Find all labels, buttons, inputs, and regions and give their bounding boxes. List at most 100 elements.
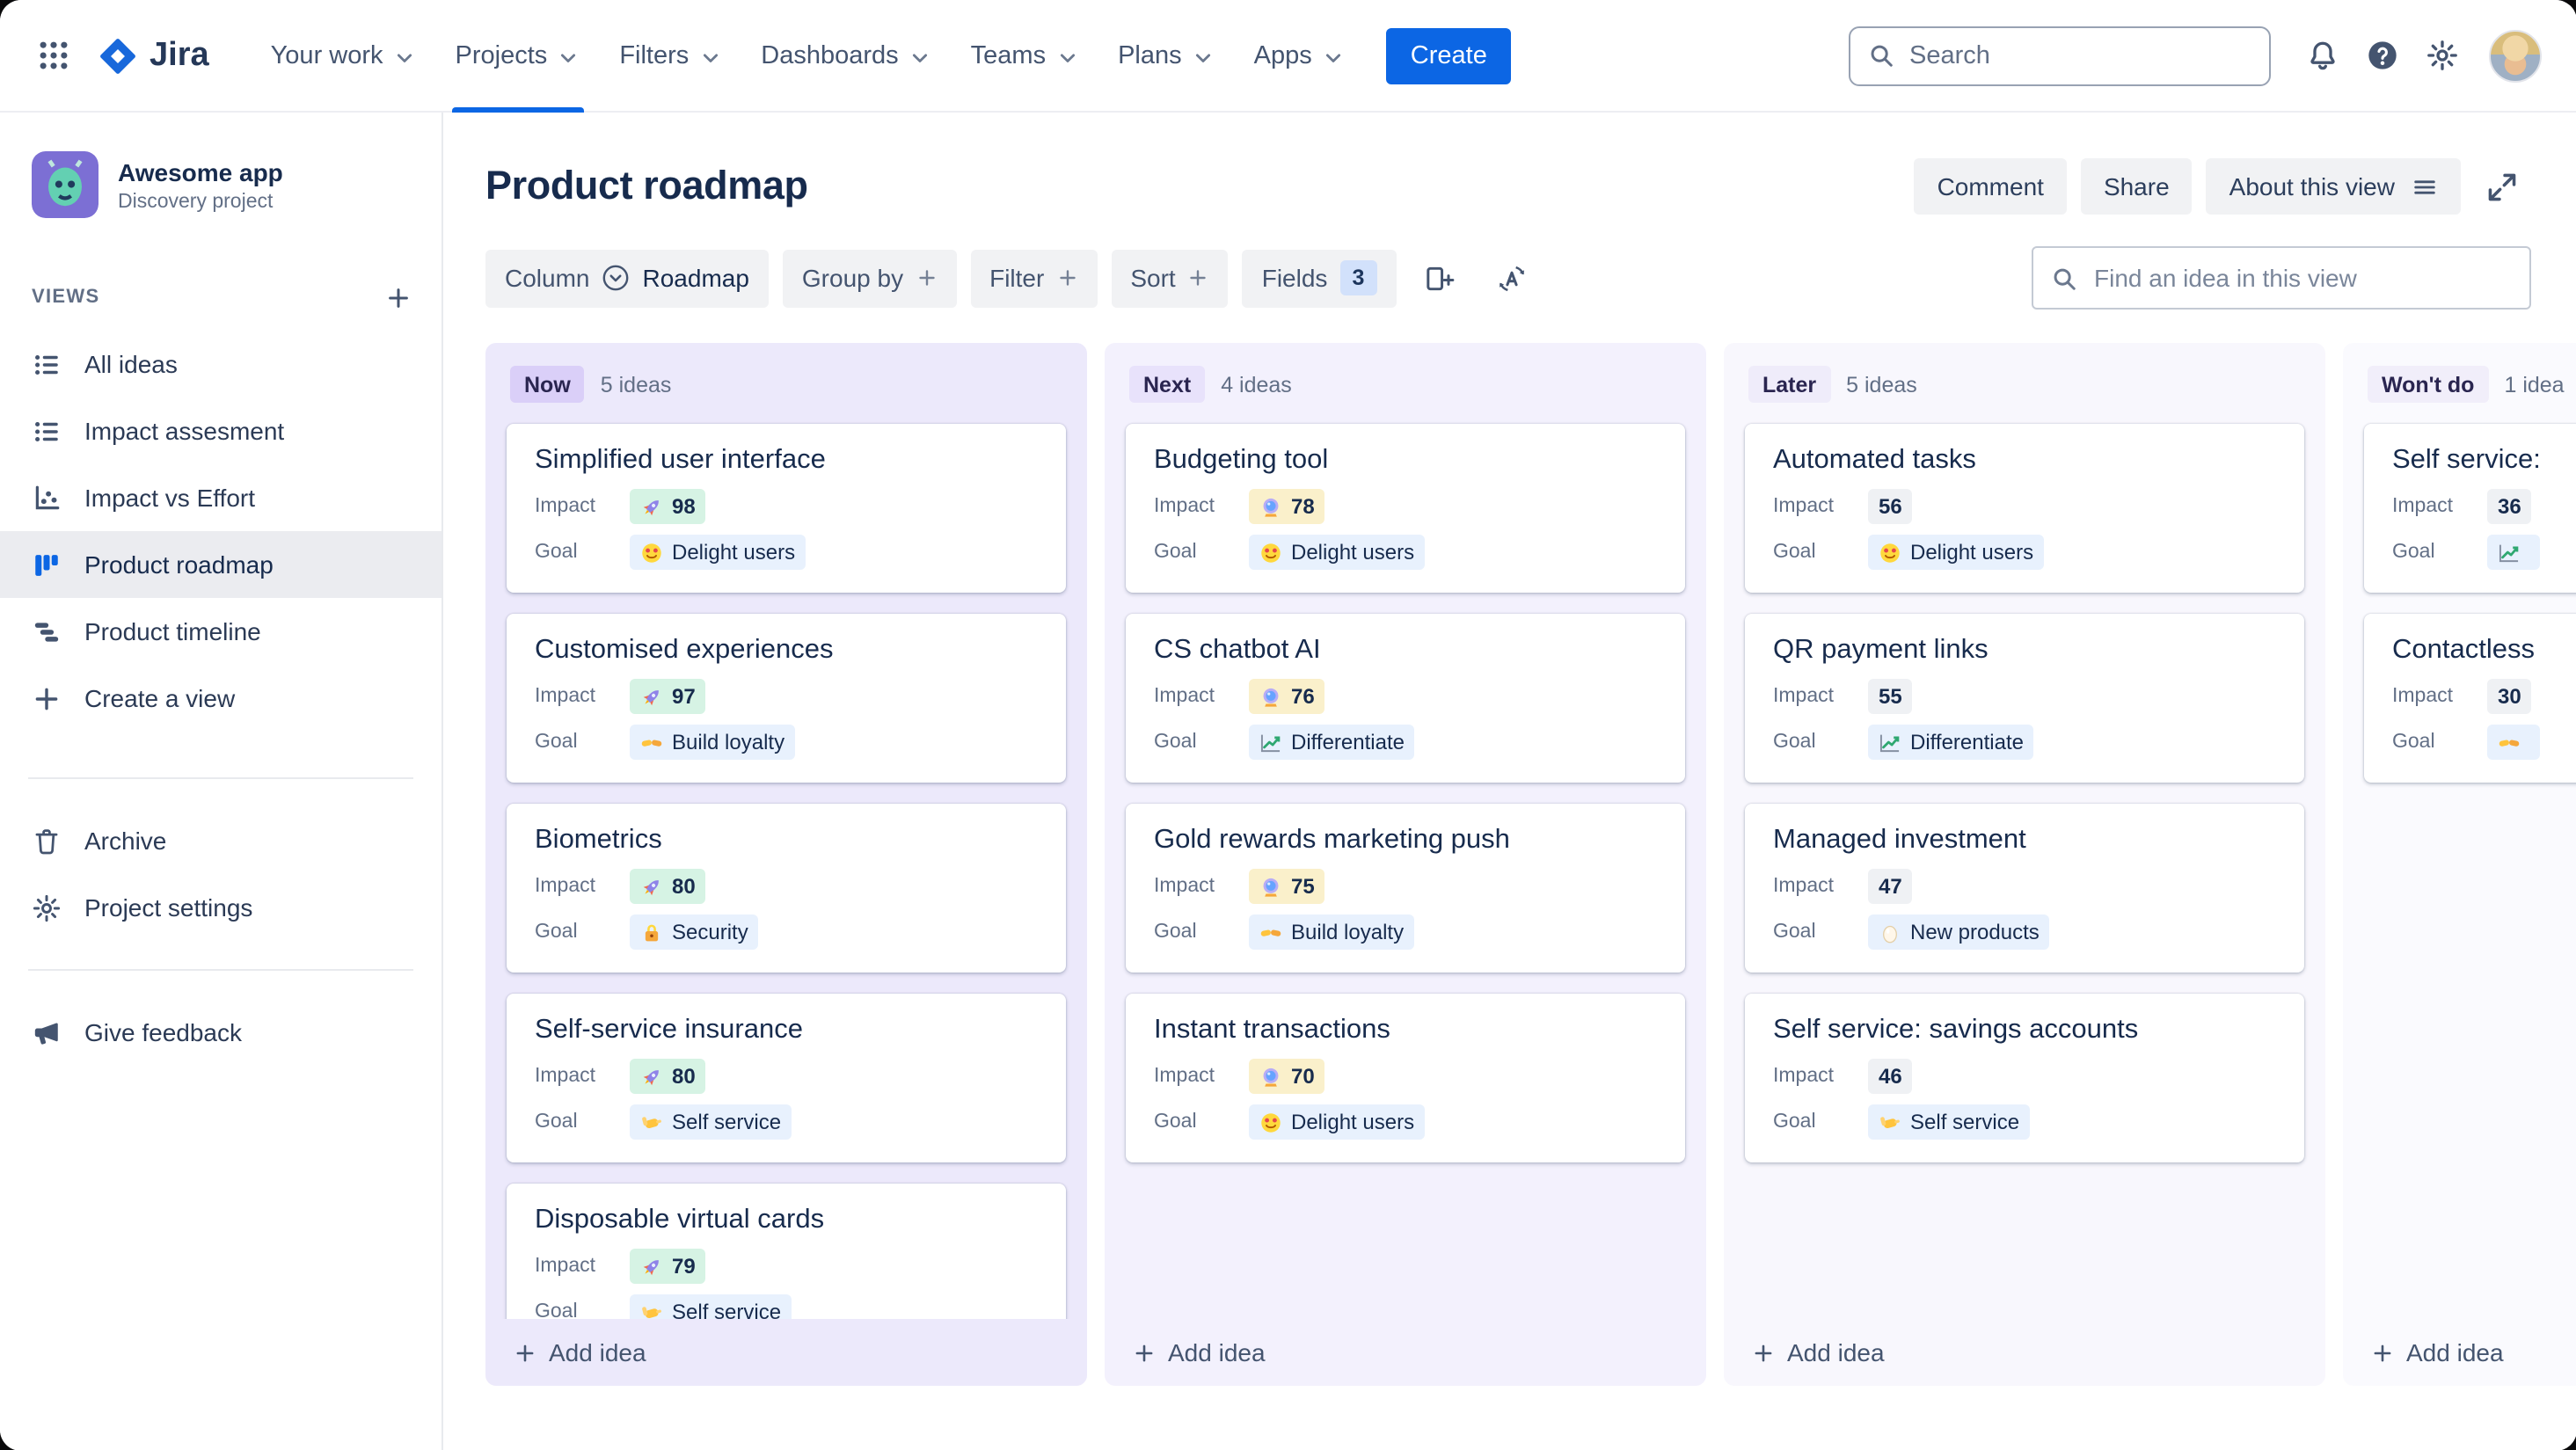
chevron-down-icon <box>1321 45 1346 69</box>
egg-icon <box>1879 921 1901 944</box>
nav-item-projects[interactable]: Projects <box>436 0 601 112</box>
sidebar-item-product-roadmap[interactable]: Product roadmap <box>0 531 441 598</box>
impact-value: 80 <box>672 1064 696 1089</box>
share-button[interactable]: Share <box>2080 158 2193 215</box>
find-idea-input[interactable] <box>2091 262 2511 294</box>
view-type-selector[interactable]: Column Roadmap <box>485 249 769 307</box>
sidebar-item-archive[interactable]: Archive <box>0 807 441 874</box>
board-column-next: Next 4 ideas Budgeting tool Impact 78 Goal Del… <box>1105 343 1706 1386</box>
add-view-button[interactable] <box>375 274 420 320</box>
notifications-button[interactable] <box>2295 27 2351 84</box>
add-idea-button[interactable]: Add idea <box>2343 1319 2576 1386</box>
idea-card-title: Disposable virtual cards <box>535 1205 825 1235</box>
jira-logo[interactable]: Jira <box>84 36 227 75</box>
goal-row: Goal Security <box>535 914 1038 950</box>
idea-card[interactable]: Managed investment Impact 47 Goal New produc… <box>1745 804 2304 973</box>
comment-button[interactable]: Comment <box>1914 158 2067 215</box>
goal-value: Self service <box>672 1110 782 1134</box>
idea-card[interactable]: Contactless Impact 30 Goal <box>2364 614 2576 783</box>
sidebar-item-project-settings[interactable]: Project settings <box>0 874 441 941</box>
idea-card[interactable]: CS chatbot AI Impact 76 Goal Differentiate <box>1126 614 1685 783</box>
fullscreen-button[interactable] <box>2474 158 2530 215</box>
goal-value: Delight users <box>1291 1110 1415 1134</box>
nav-item-your-work[interactable]: Your work <box>252 0 436 112</box>
heart-eyes-icon <box>1259 1111 1282 1133</box>
idea-card[interactable]: Instant transactions Impact 70 Goal Delight … <box>1126 994 1685 1162</box>
idea-card[interactable]: Self service: savings accounts Impact 46 Go… <box>1745 994 2304 1162</box>
app-switcher-button[interactable] <box>25 27 81 84</box>
user-avatar[interactable] <box>2488 29 2541 82</box>
sidebar-item-product-timeline[interactable]: Product timeline <box>0 598 441 665</box>
plus-icon <box>2371 1341 2394 1364</box>
idea-card-title: Managed investment <box>1773 825 2026 855</box>
impact-value: 76 <box>1291 684 1315 709</box>
idea-card-title: Gold rewards marketing push <box>1154 825 1510 855</box>
nav-item-teams[interactable]: Teams <box>952 0 1098 112</box>
idea-card[interactable]: Simplified user interface Impact 98 Goal Del… <box>507 424 1066 593</box>
chevron-down-icon <box>1054 45 1079 69</box>
sidebar-item-create-a-view[interactable]: Create a view <box>0 665 441 732</box>
list-icon <box>32 416 62 446</box>
impact-row: Impact 36 <box>2392 489 2576 524</box>
idea-card[interactable]: QR payment links Impact 55 Goal Differentiat… <box>1745 614 2304 783</box>
lock-icon <box>640 921 663 944</box>
about-view-button[interactable]: About this view <box>2206 158 2460 215</box>
nav-item-label: Projects <box>455 41 548 69</box>
fields-button[interactable]: Fields 3 <box>1242 249 1397 307</box>
insert-column-button[interactable] <box>1410 249 1468 307</box>
column-cards: Budgeting tool Impact 78 Goal Delight users C… <box>1105 420 1706 1319</box>
goal-chip: Delight users <box>630 535 806 570</box>
views-section-header: VIEWS <box>0 232 441 331</box>
idea-card[interactable]: Disposable virtual cards Impact 79 Goal Self… <box>507 1184 1066 1319</box>
idea-card[interactable]: Budgeting tool Impact 78 Goal Delight users <box>1126 424 1685 593</box>
idea-card[interactable]: Gold rewards marketing push Impact 75 Goal B… <box>1126 804 1685 973</box>
find-idea-search[interactable] <box>2031 246 2530 310</box>
scatter-icon <box>32 483 62 513</box>
idea-card[interactable]: Automated tasks Impact 56 Goal Delight users <box>1745 424 2304 593</box>
column-header: Later 5 ideas <box>1724 343 2325 420</box>
nav-item-plans[interactable]: Plans <box>1098 0 1235 112</box>
settings-button[interactable] <box>2414 27 2470 84</box>
heart-eyes-icon <box>1879 541 1901 564</box>
app-switcher-grid-icon <box>36 39 69 72</box>
global-search-input[interactable] <box>1906 40 2251 71</box>
add-idea-button[interactable]: Add idea <box>1105 1319 1706 1386</box>
call-me-icon <box>640 1301 663 1319</box>
sort-alpha-button[interactable] <box>1482 249 1540 307</box>
sidebar-item-label: Product roadmap <box>84 550 274 579</box>
bell-icon <box>2306 39 2339 72</box>
idea-card[interactable]: Biometrics Impact 80 Goal Security <box>507 804 1066 973</box>
nav-item-apps[interactable]: Apps <box>1235 0 1365 112</box>
sidebar-item-impact-assesment[interactable]: Impact assesment <box>0 397 441 464</box>
global-search[interactable] <box>1848 26 2270 85</box>
filter-button[interactable]: Filter <box>970 249 1098 307</box>
nav-item-dashboards[interactable]: Dashboards <box>741 0 951 112</box>
plus-icon <box>1056 267 1077 288</box>
goal-chip: Delight users <box>1249 1104 1426 1140</box>
give-feedback-button[interactable]: Give feedback <box>0 999 441 1066</box>
create-button[interactable]: Create <box>1385 27 1512 84</box>
chart-up-icon <box>1879 731 1901 754</box>
idea-card-title: Automated tasks <box>1773 445 1976 475</box>
idea-card[interactable]: Customised experiences Impact 97 Goal Build … <box>507 614 1066 783</box>
goal-chip: New products <box>1868 914 2050 950</box>
project-header[interactable]: Awesome app Discovery project <box>0 144 441 232</box>
column-idea-count: 1 idea <box>2504 372 2565 397</box>
impact-value: 30 <box>2498 684 2521 709</box>
field-label: Impact <box>1154 1066 1215 1087</box>
nav-item-filters[interactable]: Filters <box>600 0 741 112</box>
help-button[interactable] <box>2354 27 2411 84</box>
sidebar-item-impact-vs-effort[interactable]: Impact vs Effort <box>0 464 441 531</box>
add-idea-button[interactable]: Add idea <box>1724 1319 2325 1386</box>
sidebar-item-all-ideas[interactable]: All ideas <box>0 331 441 397</box>
group-by-button[interactable]: Group by <box>782 249 957 307</box>
chevron-down-icon <box>908 45 932 69</box>
idea-card[interactable]: Self-service insurance Impact 80 Goal Self s… <box>507 994 1066 1162</box>
handshake-icon <box>1259 921 1282 944</box>
goal-chip <box>2487 725 2540 760</box>
sort-button[interactable]: Sort <box>1111 249 1229 307</box>
add-idea-button[interactable]: Add idea <box>485 1319 1087 1386</box>
idea-card[interactable]: Self service: Impact 36 Goal <box>2364 424 2576 593</box>
jira-logo-icon <box>99 36 137 75</box>
column-status-chip: Next <box>1129 366 1206 403</box>
